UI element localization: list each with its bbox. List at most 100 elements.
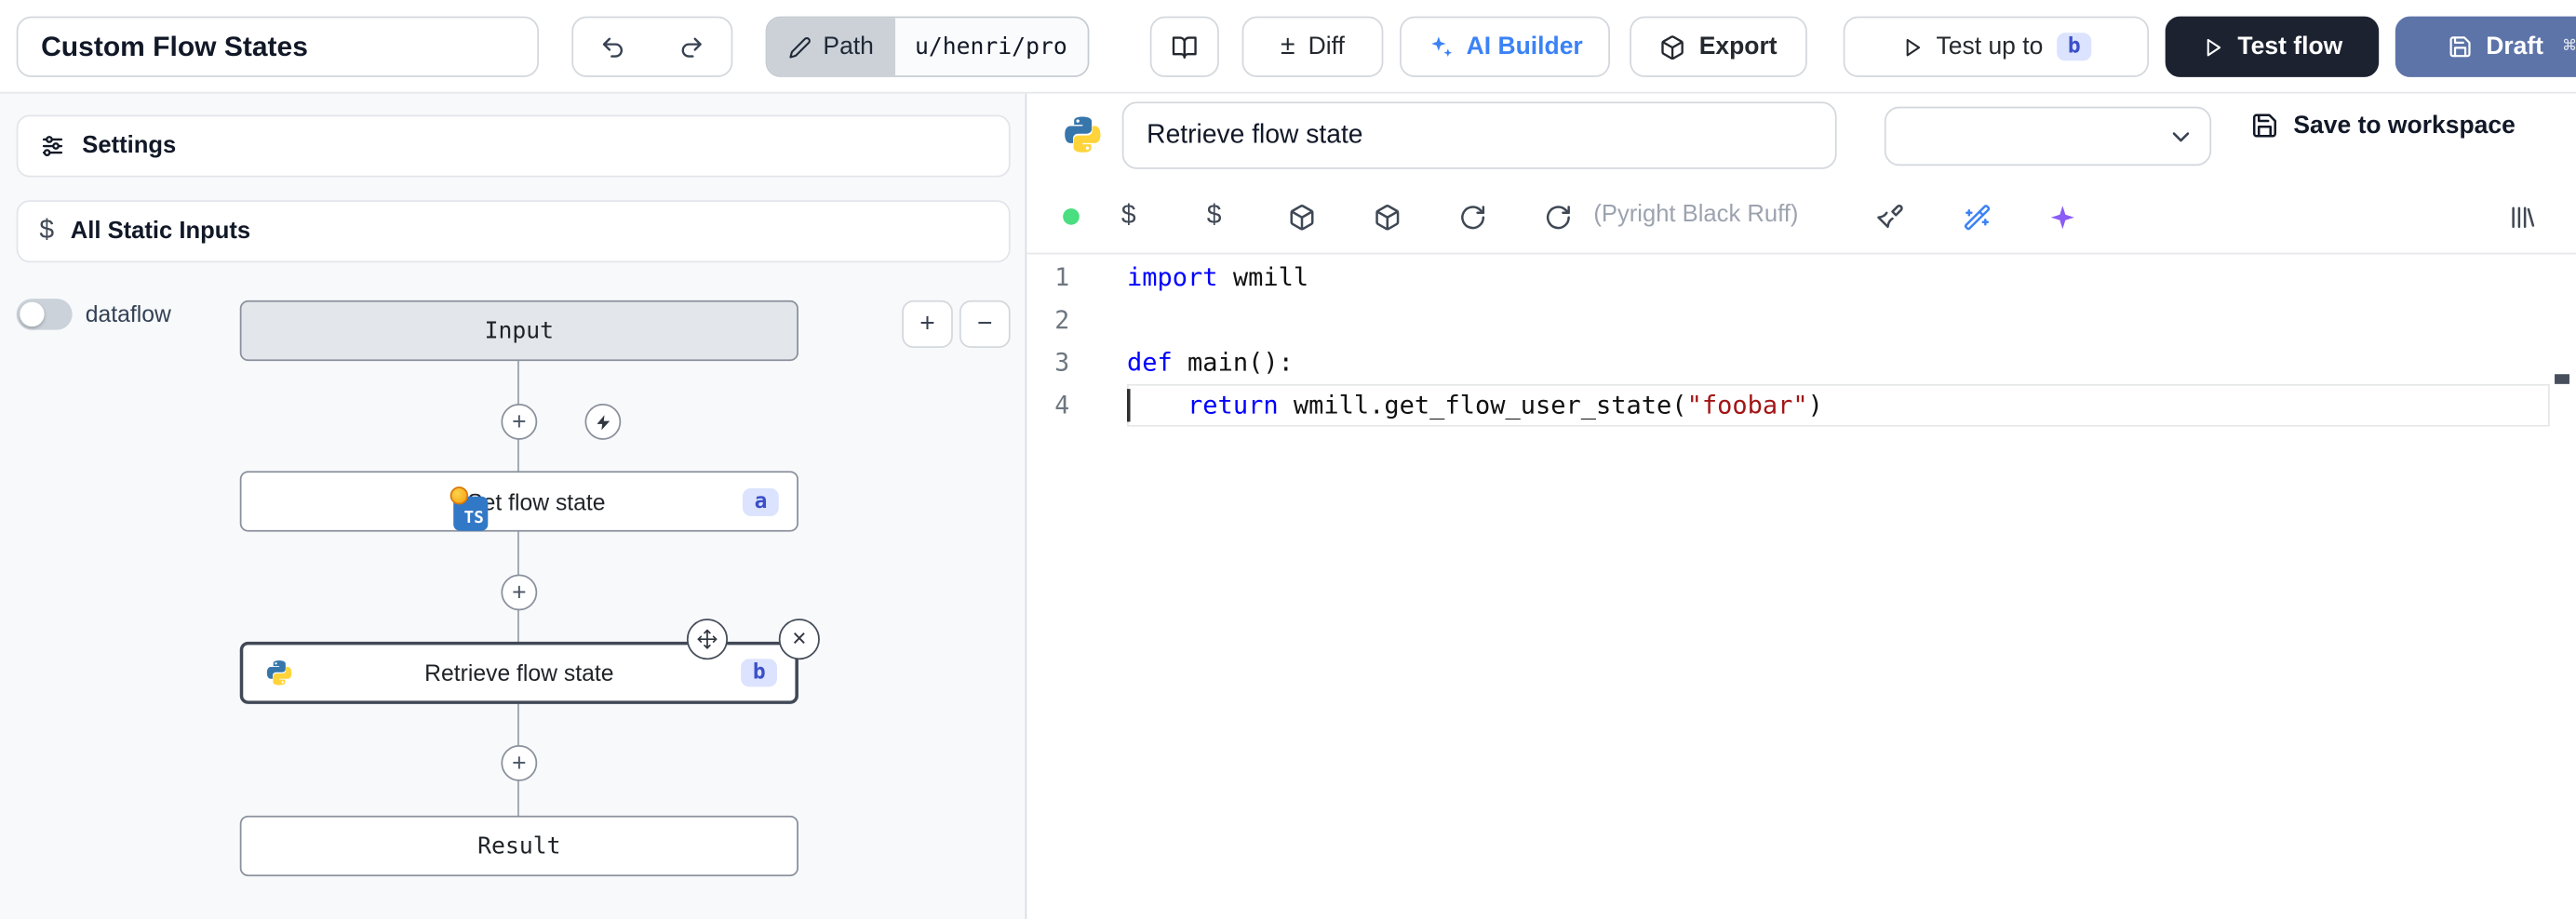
redo-button[interactable] [652,18,731,75]
insert-step-button[interactable]: + [501,404,537,440]
step-id-badge: b [741,659,777,686]
ai-assist-button[interactable] [1956,197,1995,236]
refresh-icon [1544,203,1572,231]
export-button[interactable]: Export [1630,17,1807,77]
plus-minus-icon: ± [1281,32,1295,61]
library-panel-button[interactable] [2502,197,2542,236]
pencil-icon [788,35,812,59]
package-icon [1287,203,1315,231]
insert-step-button[interactable]: + [501,575,537,611]
text-cursor [1127,389,1131,421]
flow-node-set-flow-state[interactable]: TS Set flow state a [240,471,798,531]
save-icon [2449,34,2473,59]
path-button[interactable]: Path u/henri/pro [766,17,1089,77]
save-to-workspace-label: Save to workspace [2293,112,2515,140]
book-open-icon [1172,33,1198,60]
draft-label: Draft [2486,33,2543,60]
reload-icon-button[interactable] [1453,197,1492,236]
input-node-label: Input [485,317,554,343]
resources-icon-button[interactable] [1281,197,1321,236]
flow-node-result[interactable]: Result [240,816,798,876]
dataflow-label: dataflow [86,300,171,326]
chevron-down-icon [2167,123,2194,151]
draft-deploy-button[interactable]: Draft ⌘\ [2395,17,2576,77]
undo-button[interactable] [573,18,652,75]
lsp-status-dot [1063,208,1080,225]
static-inputs-icon-button[interactable]: $ [1109,197,1148,236]
ai-builder-button[interactable]: AI Builder [1400,17,1610,77]
delete-step-button[interactable]: × [779,619,820,659]
bolt-icon [594,413,611,431]
flow-node-input[interactable]: Input [240,300,798,361]
test-up-to-step-badge: b [2056,33,2092,60]
diff-label: Diff [1308,33,1345,60]
dollar-icon: $ [39,217,54,246]
play-icon [2202,35,2225,59]
undo-icon [599,33,625,60]
zoom-out-button[interactable]: − [959,300,1011,348]
insert-step-button[interactable]: + [501,745,537,781]
python-icon [264,658,294,687]
code-assistants-label: (Pyright Black Ruff) [1593,202,1798,228]
ai-builder-label: AI Builder [1467,33,1583,60]
trigger-button[interactable] [584,404,621,440]
reset-icon-button[interactable] [1537,197,1576,236]
test-flow-label: Test flow [2237,33,2342,60]
test-flow-button[interactable]: Test flow [2166,17,2379,77]
editor-gutter: 1234 [1026,256,1069,426]
zoom-in-button[interactable]: + [902,300,953,348]
step-name-input[interactable] [1122,101,1837,168]
sparkles-icon [1427,33,1453,60]
sliders-icon [39,133,65,159]
code-editor[interactable]: 1234 import wmilldef main(): return wmil… [1026,254,2576,919]
python-icon [1061,113,1104,156]
scrollbar-cursor-marker[interactable] [2555,374,2569,384]
step-editor-panel: Save to workspace $ $ (Pyright Black Ruf… [1026,94,2576,919]
diff-button[interactable]: ± Diff [1242,17,1384,77]
flow-graph-panel: Settings $ All Static Inputs dataflow + … [0,94,1026,919]
refresh-icon [1458,203,1486,231]
test-up-to-button[interactable]: Test up to b [1844,17,2149,77]
toggle-knob [20,302,44,326]
path-label-segment: Path [767,18,894,75]
format-code-button[interactable] [1870,197,1909,236]
move-icon [696,629,718,650]
windmill-flow-editor: Path u/henri/pro ± Diff AI Builder Expor… [0,0,2576,919]
test-up-to-label: Test up to [1937,33,2044,60]
settings-label: Settings [82,133,176,159]
dollar-icon: $ [1121,202,1136,232]
all-static-inputs-button[interactable]: $ All Static Inputs [17,200,1011,262]
step-id-badge: a [743,487,779,515]
typescript-icon: TS [454,496,489,530]
move-step-button[interactable] [687,619,728,659]
flow-title-input[interactable] [17,17,539,77]
dollar-icon: $ [1207,202,1222,232]
topbar: Path u/henri/pro ± Diff AI Builder Expor… [0,0,2576,94]
code-lines[interactable]: import wmilldef main(): return wmill.get… [1127,256,2550,426]
variables-icon-button[interactable]: $ [1194,197,1233,236]
docs-button[interactable] [1150,17,1219,77]
play-icon [1900,35,1924,59]
path-label: Path [823,33,873,60]
step-node-label: Retrieve flow state [424,659,613,686]
language-select[interactable] [1885,107,2211,166]
sparkle-icon [2047,203,2075,231]
close-icon: × [792,625,806,653]
ai-sparkle-button[interactable] [2042,197,2081,236]
emoji-sticker-icon [451,486,469,503]
magic-wand-icon [1963,203,1991,231]
flow-settings-button[interactable]: Settings [17,115,1011,178]
export-label: Export [1699,33,1778,60]
save-to-workspace-button[interactable]: Save to workspace [2250,112,2515,140]
dataflow-toggle[interactable] [17,299,73,330]
paintbrush-icon [1875,203,1903,231]
package-icon [1373,203,1401,231]
save-icon [2250,112,2278,140]
draft-shortcut: ⌘\ [2563,34,2576,59]
package-icon [1659,33,1685,60]
dependencies-icon-button[interactable] [1367,197,1406,236]
library-icon [2508,203,2536,231]
redo-icon [678,33,704,60]
path-value: u/henri/pro [895,18,1087,75]
static-inputs-label: All Static Inputs [71,219,250,245]
